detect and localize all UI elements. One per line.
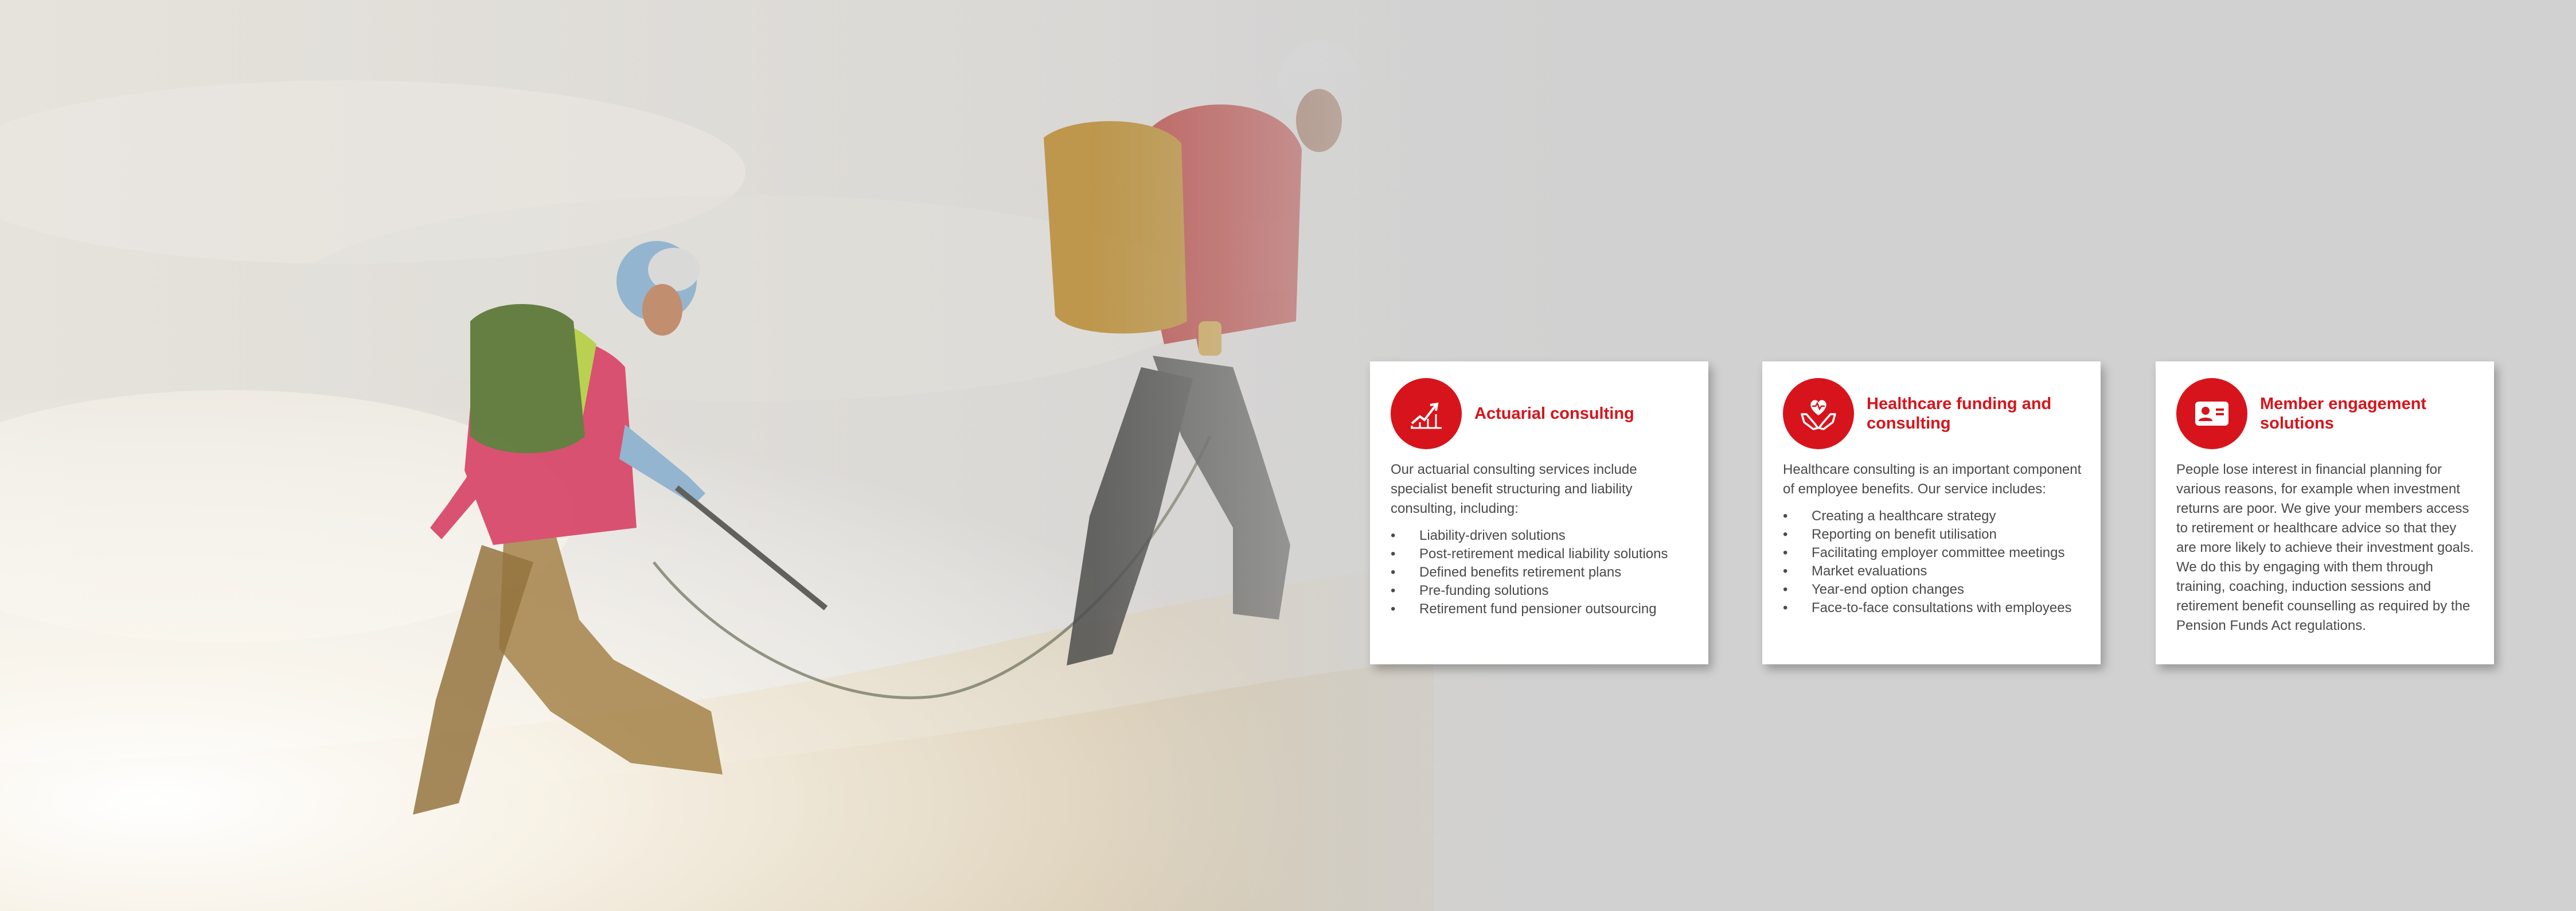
card-title: Healthcare funding and consulting	[1867, 395, 2052, 433]
list-item: Liability-driven solutions	[1391, 527, 1691, 545]
card-header: Member engagement solutions	[2176, 377, 2477, 450]
list-item: Creating a healthcare strategy	[1783, 507, 2083, 525]
list-item: Pre-funding solutions	[1391, 582, 1691, 600]
service-card-member-engagement: Member engagement solutions People lose …	[2156, 361, 2494, 664]
card-title: Member engagement solutions	[2260, 395, 2427, 433]
list-item: Face-to-face consultations with employee…	[1783, 599, 2083, 617]
card-header: Healthcare funding and consulting	[1783, 377, 2083, 450]
card-intro: Healthcare consulting is an important co…	[1783, 462, 2082, 497]
card-body: Healthcare consulting is an important co…	[1783, 460, 2083, 617]
list-item: Facilitating employer committee meetings	[1783, 544, 2083, 562]
member-card-icon	[2176, 378, 2247, 449]
card-body: People lose interest in financial planni…	[2176, 460, 2477, 636]
list-item: Reporting on benefit utilisation	[1783, 525, 2083, 544]
card-title: Actuarial consulting	[1474, 404, 1634, 423]
card-intro: Our actuarial consulting services includ…	[1391, 462, 1637, 516]
service-card-healthcare: Healthcare funding and consulting Health…	[1762, 361, 2101, 664]
list-item: Post-retirement medical liability soluti…	[1391, 545, 1691, 563]
list-item: Defined benefits retirement plans	[1391, 563, 1691, 582]
card-list: Liability-driven solutions Post-retireme…	[1391, 527, 1691, 618]
service-card-actuarial: Actuarial consulting Our actuarial consu…	[1370, 361, 1708, 664]
list-item: Year-end option changes	[1783, 581, 2083, 599]
list-item: Market evaluations	[1783, 562, 2083, 581]
card-list: Creating a healthcare strategy Reporting…	[1783, 507, 2083, 617]
list-item: Retirement fund pensioner outsourcing	[1391, 600, 1691, 618]
card-body: Our actuarial consulting services includ…	[1391, 460, 1691, 618]
card-header: Actuarial consulting	[1391, 377, 1691, 450]
heart-hands-icon	[1783, 378, 1854, 449]
card-intro: People lose interest in financial planni…	[2176, 462, 2474, 633]
growth-chart-icon	[1391, 378, 1462, 449]
